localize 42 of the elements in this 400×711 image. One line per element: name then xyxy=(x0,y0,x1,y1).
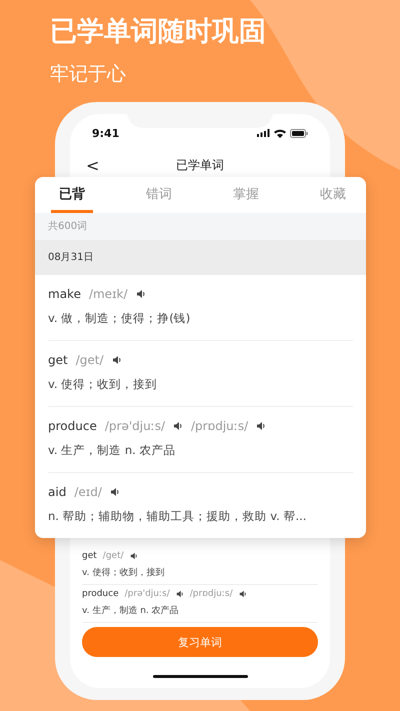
speaker-icon[interactable] xyxy=(110,487,120,497)
speaker-icon[interactable] xyxy=(173,421,184,431)
back-button[interactable]: < xyxy=(82,156,104,174)
phonetic-text: /get/ xyxy=(102,551,124,561)
word-text: make xyxy=(48,287,81,301)
word-text: get xyxy=(48,353,68,367)
meaning-text: v. 生产，制造 n. 农产品 xyxy=(82,604,180,617)
word-text: aid xyxy=(48,485,66,499)
meaning-text: v. 生产，制造 n. 农产品 xyxy=(48,443,176,458)
tab[interactable]: 收藏 xyxy=(312,177,354,213)
meaning-text: v. 使得；收到，接到 xyxy=(82,566,166,579)
speaker-icon[interactable] xyxy=(112,355,122,365)
phonetic-text: /prə'djuːs/ xyxy=(104,419,166,433)
word-text: produce xyxy=(82,589,119,599)
meaning-text: v. 使得；收到，接到 xyxy=(48,377,158,392)
speaker-icon[interactable] xyxy=(238,590,247,598)
phonetic-text: /eɪd/ xyxy=(74,485,102,499)
wifi-icon xyxy=(274,128,286,138)
screen-title: 已学单词 xyxy=(176,156,224,174)
phonetic-text: /prə'djuːs/ xyxy=(124,589,170,599)
signal-icon xyxy=(257,129,270,137)
meaning-text: v. 做，制造；使得；挣(钱) xyxy=(48,311,192,326)
subheadline: 牢记于心 xyxy=(50,62,127,87)
status-time: 9:41 xyxy=(92,126,120,140)
speaker-icon[interactable] xyxy=(176,590,184,598)
tab[interactable]: 错词 xyxy=(138,177,180,213)
speaker-icon[interactable] xyxy=(136,289,146,299)
date-header: 08月31日 xyxy=(35,240,366,275)
meaning-text: n. 帮助；辅助物，辅助工具；援助，救助 v. 帮... xyxy=(48,509,308,524)
speaker-icon[interactable] xyxy=(256,421,266,431)
headline: 已学单词随时巩固 xyxy=(50,15,267,49)
review-button[interactable]: 复习单词 xyxy=(82,627,318,657)
word-text: produce xyxy=(48,419,97,433)
word-text: get xyxy=(82,551,97,561)
phonetic-text: /prɒdjuːs/ xyxy=(191,419,248,433)
phonetic-text: /prɒdjuːs/ xyxy=(190,589,233,599)
phonetic-text: /meɪk/ xyxy=(88,287,128,301)
tab[interactable]: 掌握 xyxy=(225,177,267,213)
speaker-icon[interactable] xyxy=(130,552,138,560)
word-count: 共600词 xyxy=(35,213,366,240)
phonetic-text: /get/ xyxy=(76,353,104,367)
battery-icon xyxy=(290,128,308,138)
